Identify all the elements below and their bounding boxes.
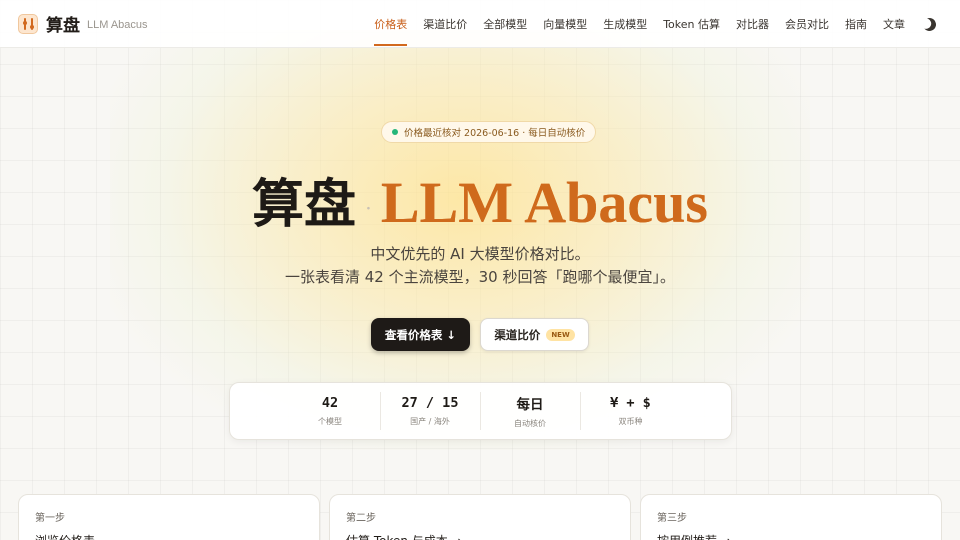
top-header: 算盘 LLM Abacus 价格表 渠道比价 全部模型 向量模型 生成模型 To…	[0, 0, 960, 48]
stat-currencies: ¥ + $ 双币种	[581, 392, 681, 430]
hero-subtitle-line1: 中文优先的 AI 大模型价格对比。	[370, 245, 590, 263]
nav-item-embedding-models[interactable]: 向量模型	[543, 0, 587, 48]
nav-item-membership-compare[interactable]: 会员对比	[785, 0, 829, 48]
hero-title-separator: ·	[366, 200, 371, 217]
hero-section: 价格最近核对 2026-06-16 · 每日自动核价 算盘 · LLM Abacus…	[0, 0, 960, 540]
step-number: 第三步	[657, 513, 687, 524]
step-number: 第二步	[346, 513, 376, 524]
hero-subtitle-line2: 一张表看清 42 个主流模型，30 秒回答「跑哪个最便宜」。	[285, 268, 675, 286]
stat-label: 双币种	[618, 417, 643, 426]
nav-item-channel-compare[interactable]: 渠道比价	[423, 0, 467, 48]
nav-item-all-models[interactable]: 全部模型	[483, 0, 527, 48]
channel-compare-label: 渠道比价	[494, 327, 541, 342]
step-title: 浏览价格表	[35, 532, 303, 540]
main-nav: 价格表 渠道比价 全部模型 向量模型 生成模型 Token 估算 对比器 会员对…	[358, 0, 936, 48]
moon-icon[interactable]	[921, 16, 938, 33]
badge-text: 价格最近核对 2026-06-16 · 每日自动核价	[404, 128, 586, 139]
view-price-table-button[interactable]: 查看价格表 ↓	[371, 318, 470, 351]
nav-item-generation-models[interactable]: 生成模型	[603, 0, 647, 48]
new-badge: NEW	[546, 328, 575, 341]
nav-item-articles[interactable]: 文章	[883, 0, 905, 48]
step-number: 第一步	[35, 513, 65, 524]
stat-value: 42	[321, 395, 339, 411]
stat-domestic-overseas: 27 / 15 国产 / 海外	[381, 392, 481, 430]
hero-title-cn: 算盘	[251, 174, 356, 235]
view-price-table-label: 查看价格表 ↓	[384, 327, 457, 342]
stat-label: 个模型	[318, 417, 342, 426]
stat-value: ¥ + $	[610, 395, 651, 411]
nav-item-token-estimate[interactable]: Token 估算	[663, 0, 720, 48]
nav-item-comparator[interactable]: 对比器	[736, 0, 769, 48]
nav-item-guide[interactable]: 指南	[845, 0, 867, 48]
brand-name-cn: 算盘	[46, 16, 80, 36]
status-dot-icon	[392, 129, 398, 135]
channel-compare-button[interactable]: 渠道比价 NEW	[480, 318, 589, 351]
abacus-logo-icon	[18, 13, 38, 34]
hero-title: 算盘 · LLM Abacus	[0, 162, 960, 237]
stat-model-count: 42 个模型	[281, 392, 381, 430]
stat-label: 国产 / 海外	[410, 417, 450, 426]
brand-name-en: LLM Abacus	[87, 19, 148, 31]
stats-panel: 42 个模型 27 / 15 国产 / 海外 每日 自动核价 ¥ + $ 双币种	[229, 382, 732, 440]
step-title: 按用例推荐 →	[657, 532, 925, 540]
stat-value: 每日	[516, 397, 544, 413]
stat-label: 自动核价	[514, 419, 546, 428]
stat-daily-check: 每日 自动核价	[481, 392, 581, 430]
nav-item-price-table[interactable]: 价格表	[374, 0, 408, 48]
step-title: 估算 Token 与成本 →	[346, 532, 614, 540]
hero-title-en: LLM Abacus	[380, 170, 709, 235]
step-card-estimate[interactable]: 第二步 估算 Token 与成本 →	[329, 494, 631, 540]
step-card-recommend[interactable]: 第三步 按用例推荐 →	[640, 494, 942, 540]
brand[interactable]: 算盘 LLM Abacus	[18, 11, 148, 36]
price-check-badge: 价格最近核对 2026-06-16 · 每日自动核价	[381, 121, 597, 143]
step-card-browse[interactable]: 第一步 浏览价格表	[18, 494, 320, 540]
stat-value: 27 / 15	[401, 395, 459, 411]
